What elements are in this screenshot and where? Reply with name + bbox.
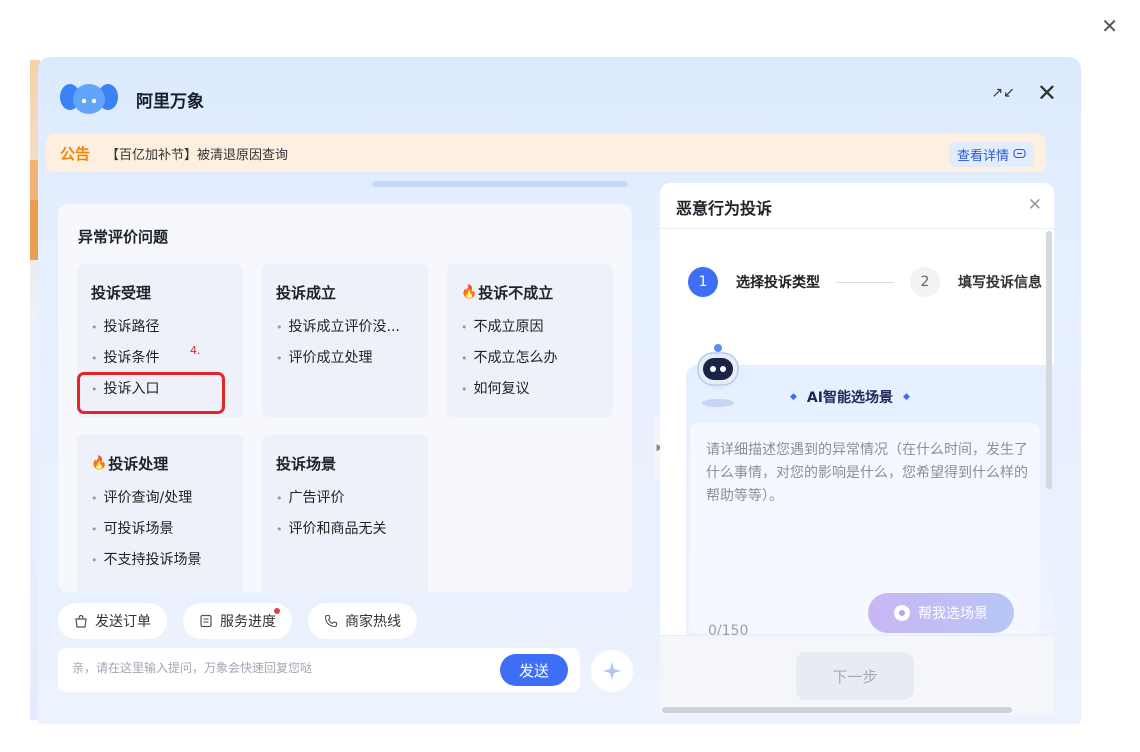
faq-item[interactable]: 评价查询/处理 bbox=[77, 483, 243, 514]
faq-item[interactable]: 可投诉场景 bbox=[77, 514, 243, 545]
sparkle-button[interactable] bbox=[591, 650, 633, 692]
ai-scene-card: ◆ AI智能选场景 ◆ 0/150 帮我选场景 bbox=[686, 344, 1054, 639]
panel-title: 恶意行为投诉 bbox=[676, 199, 773, 218]
send-button[interactable]: 发送 bbox=[500, 654, 568, 686]
chip-label: 发送订单 bbox=[95, 614, 151, 630]
document-icon bbox=[200, 614, 212, 628]
chip-label: 服务进度 bbox=[220, 614, 276, 630]
close-icon[interactable]: ✕ bbox=[1037, 81, 1057, 105]
step-2-number: 2 bbox=[910, 267, 940, 297]
step-connector bbox=[836, 281, 894, 283]
category-title: 🔥 投诉不成立 bbox=[461, 283, 554, 302]
help-select-scene-button[interactable]: 帮我选场景 bbox=[868, 593, 1014, 633]
faq-item[interactable]: 不成立原因 bbox=[447, 312, 613, 343]
diamond-icon: ◆ bbox=[790, 392, 797, 402]
ai-dot-icon bbox=[894, 605, 910, 621]
faq-item[interactable]: 评价和商品无关 bbox=[262, 514, 428, 545]
merchant-hotline-chip[interactable]: 商家热线 bbox=[308, 603, 417, 639]
message-icon bbox=[1013, 148, 1026, 159]
message-input[interactable] bbox=[70, 660, 494, 676]
category-title: 投诉场景 bbox=[276, 454, 337, 473]
announcement-text[interactable]: 【百亿加补节】被清退原因查询 bbox=[106, 144, 288, 163]
chip-label: 商家热线 bbox=[345, 614, 401, 630]
phone-icon bbox=[324, 614, 338, 628]
stepper: 1 选择投诉类型 2 填写投诉信息 bbox=[688, 267, 1042, 297]
fire-icon: 🔥 bbox=[91, 455, 108, 471]
minimize-icon[interactable]: ↗↙ bbox=[991, 85, 1014, 101]
step-1-label: 选择投诉类型 bbox=[736, 275, 820, 291]
faq-item[interactable]: 投诉条件 bbox=[77, 343, 243, 374]
faq-item[interactable]: 评价成立处理 bbox=[262, 343, 428, 374]
step-2-label: 填写投诉信息 bbox=[958, 275, 1042, 291]
next-step-button[interactable]: 下一步 bbox=[796, 652, 914, 700]
previous-message-edge bbox=[372, 181, 628, 187]
ai-description-box: 0/150 帮我选场景 bbox=[690, 423, 1040, 639]
window-header: 阿里万象 ↗↙ ✕ bbox=[38, 57, 1081, 135]
faq-item[interactable]: 不成立怎么办 bbox=[447, 343, 613, 374]
view-details-link[interactable]: 查看详情 bbox=[948, 142, 1034, 167]
faq-item[interactable]: 如何复议 bbox=[447, 374, 613, 405]
category-title: 投诉受理 bbox=[91, 283, 152, 302]
panel-footer: 下一步 bbox=[660, 635, 1054, 715]
faq-item[interactable]: 广告评价 bbox=[262, 483, 428, 514]
vertical-scrollbar[interactable] bbox=[1046, 231, 1052, 489]
elephant-logo-icon bbox=[60, 84, 118, 114]
diamond-icon: ◆ bbox=[902, 392, 910, 402]
faq-item[interactable]: 投诉成立评价没... bbox=[262, 312, 428, 343]
brand-name: 阿里万象 bbox=[136, 92, 204, 112]
description-textarea[interactable] bbox=[704, 437, 1038, 561]
outer-close-icon[interactable]: ✕ bbox=[1101, 14, 1118, 38]
message-input-bar: 发送 bbox=[58, 648, 580, 692]
fire-icon: 🔥 bbox=[461, 284, 478, 300]
view-details-label: 查看详情 bbox=[956, 149, 1009, 164]
horizontal-scrollbar[interactable] bbox=[662, 707, 1012, 713]
category-complaint-scenarios: 投诉场景 广告评价 评价和商品无关 bbox=[262, 435, 428, 592]
faq-item[interactable]: 不支持投诉场景 bbox=[77, 545, 243, 576]
sparkle-icon bbox=[603, 662, 621, 680]
category-title: 投诉成立 bbox=[276, 283, 337, 302]
send-order-chip[interactable]: 发送订单 bbox=[58, 603, 167, 639]
highlight-annotation bbox=[77, 372, 225, 414]
assistant-window: 阿里万象 ↗↙ ✕ 公告 【百亿加补节】被清退原因查询 查看详情 异常评价问题 … bbox=[38, 57, 1081, 724]
announcement-tag: 公告 bbox=[60, 144, 91, 163]
notification-dot bbox=[274, 608, 280, 614]
bag-icon bbox=[75, 614, 87, 628]
robot-icon bbox=[697, 344, 739, 407]
category-complaint-established: 投诉成立 投诉成立评价没... 评价成立处理 bbox=[262, 264, 428, 417]
category-complaint-not-established: 🔥投诉不成立 不成立原因 不成立怎么办 如何复议 bbox=[447, 264, 613, 417]
quick-actions: 发送订单 服务进度 商家热线 bbox=[58, 603, 417, 639]
announcement-bar: 公告 【百亿加补节】被清退原因查询 查看详情 bbox=[46, 134, 1046, 172]
category-title: 🔥 投诉处理 bbox=[91, 454, 169, 473]
step-1-number: 1 bbox=[688, 267, 718, 297]
complaint-panel: 恶意行为投诉 ✕ 1 选择投诉类型 2 填写投诉信息 ◆ AI智能选场景 ◆ 请… bbox=[660, 183, 1054, 715]
panel-close-icon[interactable]: ✕ bbox=[1028, 195, 1042, 215]
faq-card-title: 异常评价问题 bbox=[78, 228, 169, 246]
panel-divider bbox=[660, 228, 1054, 229]
category-complaint-handling: 🔥投诉处理 评价查询/处理 可投诉场景 不支持投诉场景 bbox=[77, 435, 243, 592]
ai-scene-title: ◆ AI智能选场景 ◆ bbox=[790, 390, 910, 406]
step-annotation: 4. bbox=[190, 344, 201, 357]
faq-item[interactable]: 投诉路径 bbox=[77, 312, 243, 343]
service-progress-chip[interactable]: 服务进度 bbox=[183, 603, 292, 639]
